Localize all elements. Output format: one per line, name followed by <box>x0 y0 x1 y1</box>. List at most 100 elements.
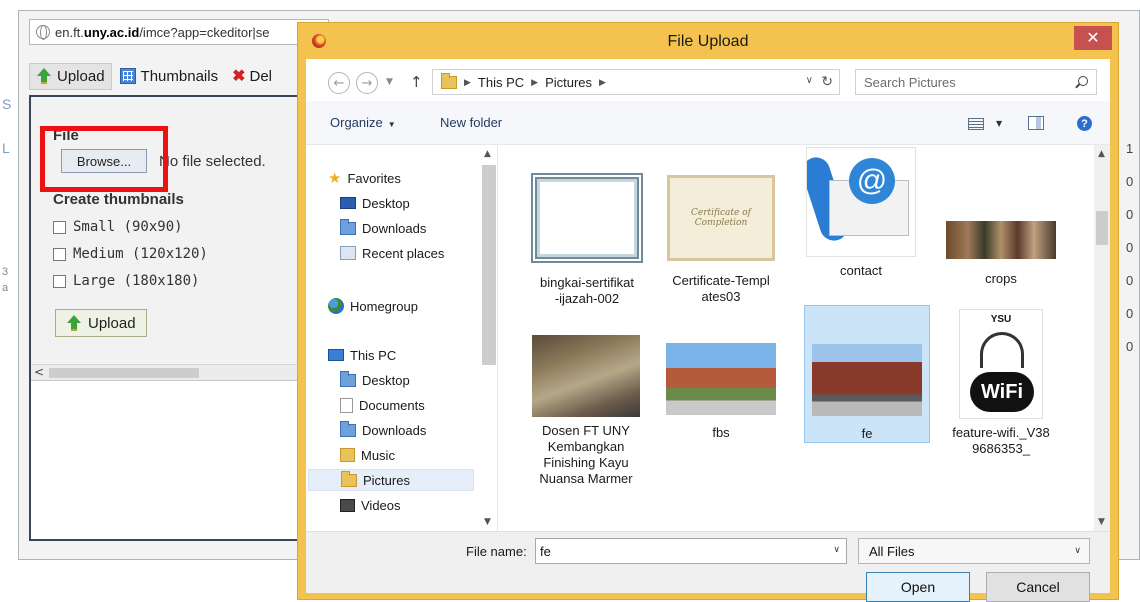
dialog-title: File Upload <box>667 33 749 50</box>
breadcrumb-chevron-icon[interactable]: ▶ <box>599 77 606 88</box>
up-arrow-icon[interactable]: ↑ <box>410 73 423 91</box>
thumbnails-tab-label: Thumbnails <box>140 67 219 85</box>
recent-locations-chevron-icon[interactable]: ▼ <box>386 77 393 87</box>
file-name: feature-wifi._V38 <box>952 425 1050 440</box>
scrollbar-thumb[interactable] <box>1096 211 1108 245</box>
at-sign-icon: @ <box>849 158 895 204</box>
new-folder-button[interactable]: New folder <box>440 115 502 130</box>
file-name: crops <box>985 271 1017 286</box>
file-item[interactable]: crops <box>938 221 1064 287</box>
scroll-up-arrow-icon[interactable]: ▲ <box>484 149 491 159</box>
scroll-up-arrow-icon[interactable]: ▲ <box>1098 149 1105 159</box>
background-text-fragment: 0 <box>1126 174 1134 189</box>
sidebar-item-favorites[interactable]: ★ Favorites <box>328 167 401 189</box>
contact-email-thumbnail: @ <box>806 147 916 257</box>
refresh-icon[interactable]: ↻ <box>821 73 833 90</box>
sidebar-item-documents[interactable]: Documents <box>340 394 425 416</box>
sidebar-item-label: Downloads <box>362 220 427 236</box>
dialog-titlebar[interactable]: File Upload ✕ <box>298 23 1118 59</box>
file-list-scrollbar[interactable]: ▲ ▼ <box>1094 145 1110 531</box>
red-highlight-box <box>40 126 168 192</box>
upload-arrow-icon <box>66 315 82 331</box>
file-item[interactable]: YSU WiFi feature-wifi._V38 9686353_ <box>938 309 1064 457</box>
organize-button[interactable]: Organize ▼ <box>330 115 396 130</box>
chevron-down-icon[interactable]: ∨ <box>1074 545 1081 556</box>
file-upload-dialog: File Upload ✕ ← → ▼ ↑ ▶ This PC ▶ Pictur… <box>297 22 1119 602</box>
forward-arrow-icon[interactable]: → <box>356 72 378 94</box>
breadcrumb-chevron-icon[interactable]: ▶ <box>531 77 538 88</box>
thumbnail-option-small[interactable]: Small (90x90) <box>53 219 183 235</box>
view-options-chevron-icon[interactable]: ▼ <box>996 119 1002 128</box>
scrollbar-thumb[interactable] <box>49 368 199 378</box>
back-arrow-icon[interactable]: ← <box>328 72 350 94</box>
open-button[interactable]: Open <box>866 572 970 602</box>
file-type-selected: All Files <box>869 543 915 559</box>
search-icon[interactable] <box>1078 76 1088 86</box>
sidebar-item-downloads-pc[interactable]: Downloads <box>340 419 426 441</box>
sidebar-item-desktop[interactable]: Desktop <box>340 192 410 214</box>
cancel-button[interactable]: Cancel <box>986 572 1090 602</box>
file-type-select[interactable]: All Files ∨ <box>858 538 1090 564</box>
sidebar-item-videos[interactable]: Videos <box>340 494 401 516</box>
scroll-down-arrow-icon[interactable]: ▼ <box>484 517 491 527</box>
horizontal-scrollbar[interactable]: < > <box>31 365 317 381</box>
breadcrumb-item-this-pc[interactable]: This PC <box>478 75 524 90</box>
sidebar-item-homegroup[interactable]: Homegroup <box>328 295 418 317</box>
documents-icon <box>340 397 353 413</box>
upload-submit-button[interactable]: Upload <box>55 309 147 337</box>
dialog-body: ← → ▼ ↑ ▶ This PC ▶ Pictures ▶ ∨ ↻ Organ <box>306 59 1110 602</box>
sidebar-item-this-pc[interactable]: This PC <box>328 344 396 366</box>
delete-tab[interactable]: ✖ Del <box>226 62 278 90</box>
upload-tab[interactable]: Upload <box>29 62 112 90</box>
preview-pane-icon[interactable] <box>1028 116 1044 130</box>
navigation-scrollbar[interactable]: ▲ ▼ <box>480 145 498 531</box>
scrollbar-thumb[interactable] <box>482 165 496 365</box>
breadcrumb-chevron-icon[interactable]: ▶ <box>464 77 471 88</box>
help-icon[interactable]: ? <box>1077 116 1092 131</box>
thumbnail-option-label: Small (90x90) <box>73 219 183 235</box>
signal-waves-icon <box>980 332 1024 368</box>
file-name: Finishing Kayu <box>543 455 629 470</box>
chevron-down-icon[interactable]: ∨ <box>833 545 840 555</box>
group-photo-thumbnail <box>946 221 1056 259</box>
file-name: fe <box>861 426 873 441</box>
file-item-selected[interactable]: fe <box>804 305 930 443</box>
sidebar-item-desktop-pc[interactable]: Desktop <box>340 369 410 391</box>
checkbox[interactable] <box>53 274 66 288</box>
sidebar-item-recent-places[interactable]: Recent places <box>340 242 444 264</box>
file-item[interactable]: @ contact <box>798 147 924 279</box>
background-text-fragment: 0 <box>1126 306 1134 321</box>
checkbox[interactable] <box>53 247 66 261</box>
thumbnail-option-medium[interactable]: Medium (120x120) <box>53 246 208 262</box>
file-name-input[interactable] <box>536 540 816 562</box>
search-input[interactable] <box>856 70 1056 94</box>
thumbnails-tab[interactable]: Thumbnails <box>114 64 225 89</box>
sidebar-item-downloads[interactable]: Downloads <box>340 217 426 239</box>
address-bar[interactable]: en.ft. uny.ac.id/imce?app=ckeditor|se <box>29 19 329 45</box>
breadcrumb[interactable]: ▶ This PC ▶ Pictures ▶ ∨ ↻ <box>432 69 840 95</box>
scroll-down-arrow-icon[interactable]: ▼ <box>1098 517 1105 527</box>
file-item[interactable]: Certificate of Completion Certificate-Te… <box>658 175 784 305</box>
file-name-combobox[interactable]: ∨ <box>535 538 847 564</box>
file-item[interactable]: bingkai-sertifikat -ijazah-002 <box>522 173 652 307</box>
music-folder-icon <box>340 448 355 462</box>
file-item[interactable]: Dosen FT UNY Kembangkan Finishing Kayu N… <box>518 335 654 487</box>
path-dropdown-chevron-icon[interactable]: ∨ <box>806 75 813 86</box>
scroll-left-arrow-icon[interactable]: < <box>34 365 44 379</box>
sidebar-item-label: Downloads <box>362 422 427 438</box>
delete-x-icon: ✖ <box>232 68 246 85</box>
sidebar-item-label: Desktop <box>362 195 410 211</box>
checkbox[interactable] <box>53 220 66 234</box>
change-view-icon[interactable] <box>968 118 984 130</box>
search-box[interactable] <box>855 69 1097 95</box>
recent-places-icon <box>340 246 356 260</box>
close-button[interactable]: ✕ <box>1074 26 1112 50</box>
sidebar-item-pictures[interactable]: Pictures <box>308 469 474 491</box>
sidebar-item-music[interactable]: Music <box>340 444 395 466</box>
file-name: -ijazah-002 <box>554 291 620 306</box>
background-window-edge: S L 3 a <box>0 0 18 600</box>
file-item[interactable]: fbs <box>658 343 784 441</box>
thumbnail-option-large[interactable]: Large (180x180) <box>53 273 199 289</box>
breadcrumb-item-pictures[interactable]: Pictures <box>545 75 592 90</box>
thumbnail-option-label: Large (180x180) <box>73 273 200 289</box>
